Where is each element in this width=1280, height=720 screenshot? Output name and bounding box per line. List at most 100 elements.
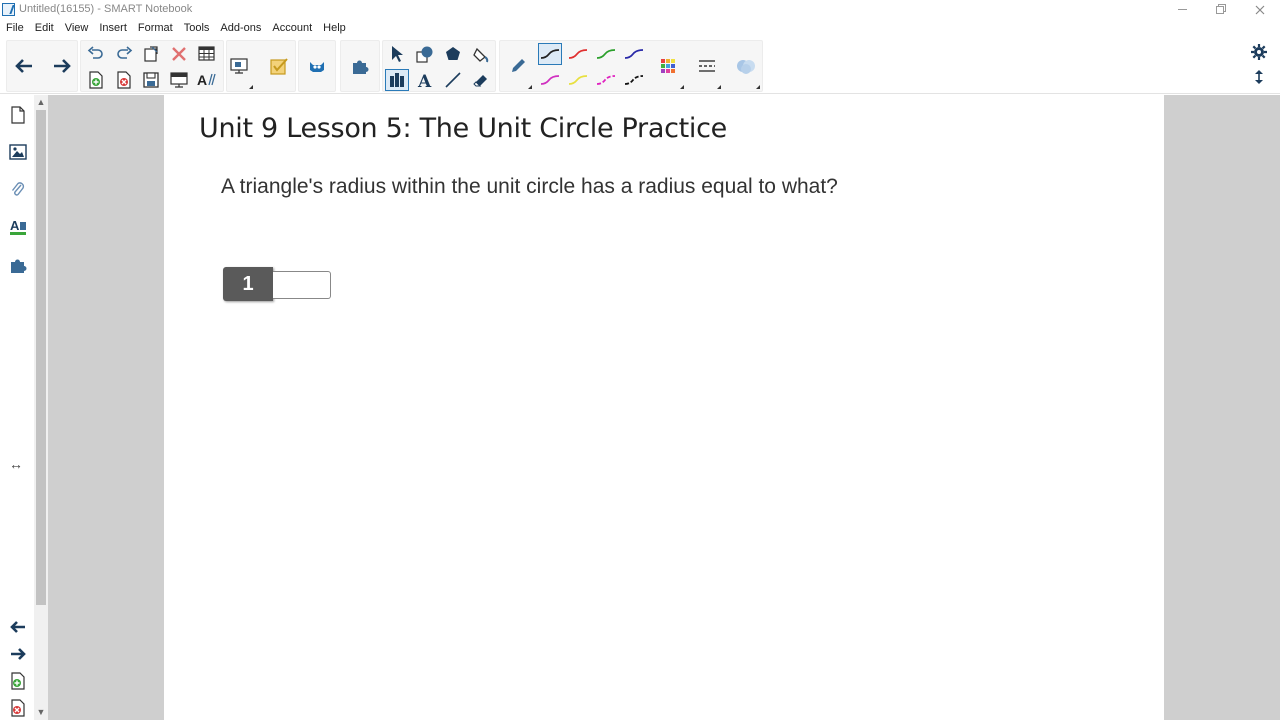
smart-notebook-app-icon	[2, 3, 15, 16]
redo-icon	[117, 46, 133, 59]
paint-bucket-button[interactable]	[469, 43, 493, 65]
monster-addon-button[interactable]	[305, 55, 329, 77]
delete-button[interactable]	[167, 43, 191, 65]
gallery-tab[interactable]	[6, 140, 30, 164]
line-tool-button[interactable]	[441, 69, 465, 91]
arrow-left-icon	[15, 59, 32, 73]
spell-check-button[interactable]: A	[195, 69, 219, 91]
sidebar-scrollbar-thumb[interactable]	[36, 110, 46, 605]
pen-stroke-icon	[540, 75, 560, 85]
main-toolbar: A A	[0, 37, 1280, 94]
svg-text:A: A	[417, 72, 432, 89]
pen-color-swatch[interactable]	[594, 43, 618, 65]
lesson-activity-button[interactable]	[348, 55, 372, 77]
next-page-button[interactable]	[50, 55, 74, 77]
answer-input[interactable]	[273, 271, 331, 299]
gallery-icon	[9, 144, 27, 160]
answer-number-label: 1	[223, 267, 273, 301]
insert-table-button[interactable]	[195, 43, 219, 65]
toolbar-position-button[interactable]	[1247, 66, 1271, 88]
up-down-arrows-icon	[1255, 70, 1263, 84]
menu-tools[interactable]: Tools	[178, 22, 215, 34]
pen-type-dropdown-arrow[interactable]	[528, 85, 532, 89]
pen-group	[499, 40, 763, 92]
sidebar-add-page-button[interactable]	[6, 669, 30, 693]
cursor-icon	[392, 46, 403, 62]
menu-help[interactable]: Help	[317, 22, 351, 34]
pen-color-swatch[interactable]	[622, 43, 646, 65]
sidebar-delete-page-button[interactable]	[6, 696, 30, 720]
pen-stroke-icon	[596, 75, 616, 85]
pen-color-swatch[interactable]	[594, 69, 618, 91]
paste-button[interactable]	[139, 43, 163, 65]
properties-tab[interactable]: A	[6, 215, 30, 239]
text-tool-button[interactable]: A	[413, 69, 437, 91]
close-icon	[1255, 5, 1265, 14]
attachments-tab[interactable]	[6, 178, 30, 202]
delete-page-button[interactable]	[112, 69, 136, 91]
pen-color-swatch[interactable]	[538, 43, 562, 65]
redo-button[interactable]	[112, 43, 136, 65]
eraser-tool-button[interactable]	[469, 69, 493, 91]
fill-effects-dropdown-arrow[interactable]	[756, 85, 760, 89]
previous-page-button[interactable]	[12, 55, 36, 77]
sidebar: A	[0, 95, 34, 720]
add-page-button[interactable]	[84, 69, 108, 91]
addons-tab[interactable]	[6, 253, 30, 277]
color-palette-button[interactable]	[656, 55, 680, 77]
pen-color-swatch[interactable]	[622, 69, 646, 91]
arrow-right-icon	[54, 59, 71, 73]
measurement-tools-button[interactable]	[385, 69, 409, 91]
pen-stroke-icon	[596, 49, 616, 59]
page-sorter-tab[interactable]	[6, 103, 30, 127]
question-text[interactable]: A triangle's radius within the unit circ…	[221, 175, 838, 199]
table-icon	[198, 46, 215, 61]
menu-account[interactable]: Account	[266, 22, 317, 34]
pen-color-swatch[interactable]	[566, 43, 590, 65]
pen-colors-dropdown-arrow[interactable]	[680, 85, 684, 89]
arrow-right-icon	[11, 648, 26, 660]
fill-effects-button[interactable]	[734, 55, 758, 77]
display-dropdown-arrow[interactable]	[249, 85, 253, 89]
pen-color-swatch[interactable]	[538, 69, 562, 91]
close-button[interactable]	[1240, 0, 1280, 19]
fill-tool-button[interactable]	[441, 43, 465, 65]
properties-icon: A	[10, 218, 26, 235]
pen-tool-button[interactable]	[506, 55, 530, 77]
pen-stroke-icon	[624, 49, 644, 59]
menu-edit[interactable]: Edit	[29, 22, 59, 34]
page-icon	[11, 106, 25, 124]
activity-builder-button[interactable]	[267, 55, 291, 77]
delete-page-icon	[117, 71, 131, 89]
menu-view[interactable]: View	[59, 22, 94, 34]
scroll-up-arrow[interactable]: ▲	[36, 97, 46, 107]
tools-group: A	[382, 40, 496, 92]
pen-color-swatch[interactable]	[566, 69, 590, 91]
sidebar-resize-handle[interactable]: ↔	[9, 456, 23, 472]
select-tool-button[interactable]	[385, 43, 409, 65]
display-screen-button[interactable]	[227, 55, 251, 77]
svg-text:A: A	[197, 72, 207, 88]
minimize-button[interactable]	[1162, 0, 1202, 19]
pen-stroke-icon	[568, 75, 588, 85]
save-button[interactable]	[139, 69, 163, 91]
page-title[interactable]: Unit 9 Lesson 5: The Unit Circle Practic…	[199, 113, 727, 144]
settings-button[interactable]	[1247, 41, 1271, 63]
menu-add-ons[interactable]: Add-ons	[214, 22, 266, 34]
delete-x-icon	[172, 47, 186, 61]
paste-icon	[144, 46, 158, 62]
menu-insert[interactable]: Insert	[93, 22, 132, 34]
menu-file[interactable]: File	[0, 22, 29, 34]
notebook-page[interactable]: Unit 9 Lesson 5: The Unit Circle Practic…	[164, 95, 1164, 720]
scroll-down-arrow[interactable]: ▼	[36, 707, 46, 717]
line-style-dropdown-arrow[interactable]	[717, 85, 721, 89]
screen-shade-button[interactable]	[167, 69, 191, 91]
line-style-button[interactable]	[695, 55, 719, 77]
sidebar-next-page-button[interactable]	[6, 642, 30, 666]
monitor-icon	[230, 58, 248, 74]
restore-button[interactable]	[1200, 0, 1240, 19]
undo-button[interactable]	[84, 43, 108, 65]
sidebar-previous-page-button[interactable]	[6, 615, 30, 639]
menu-format[interactable]: Format	[132, 22, 178, 34]
shapes-tool-button[interactable]	[413, 43, 437, 65]
